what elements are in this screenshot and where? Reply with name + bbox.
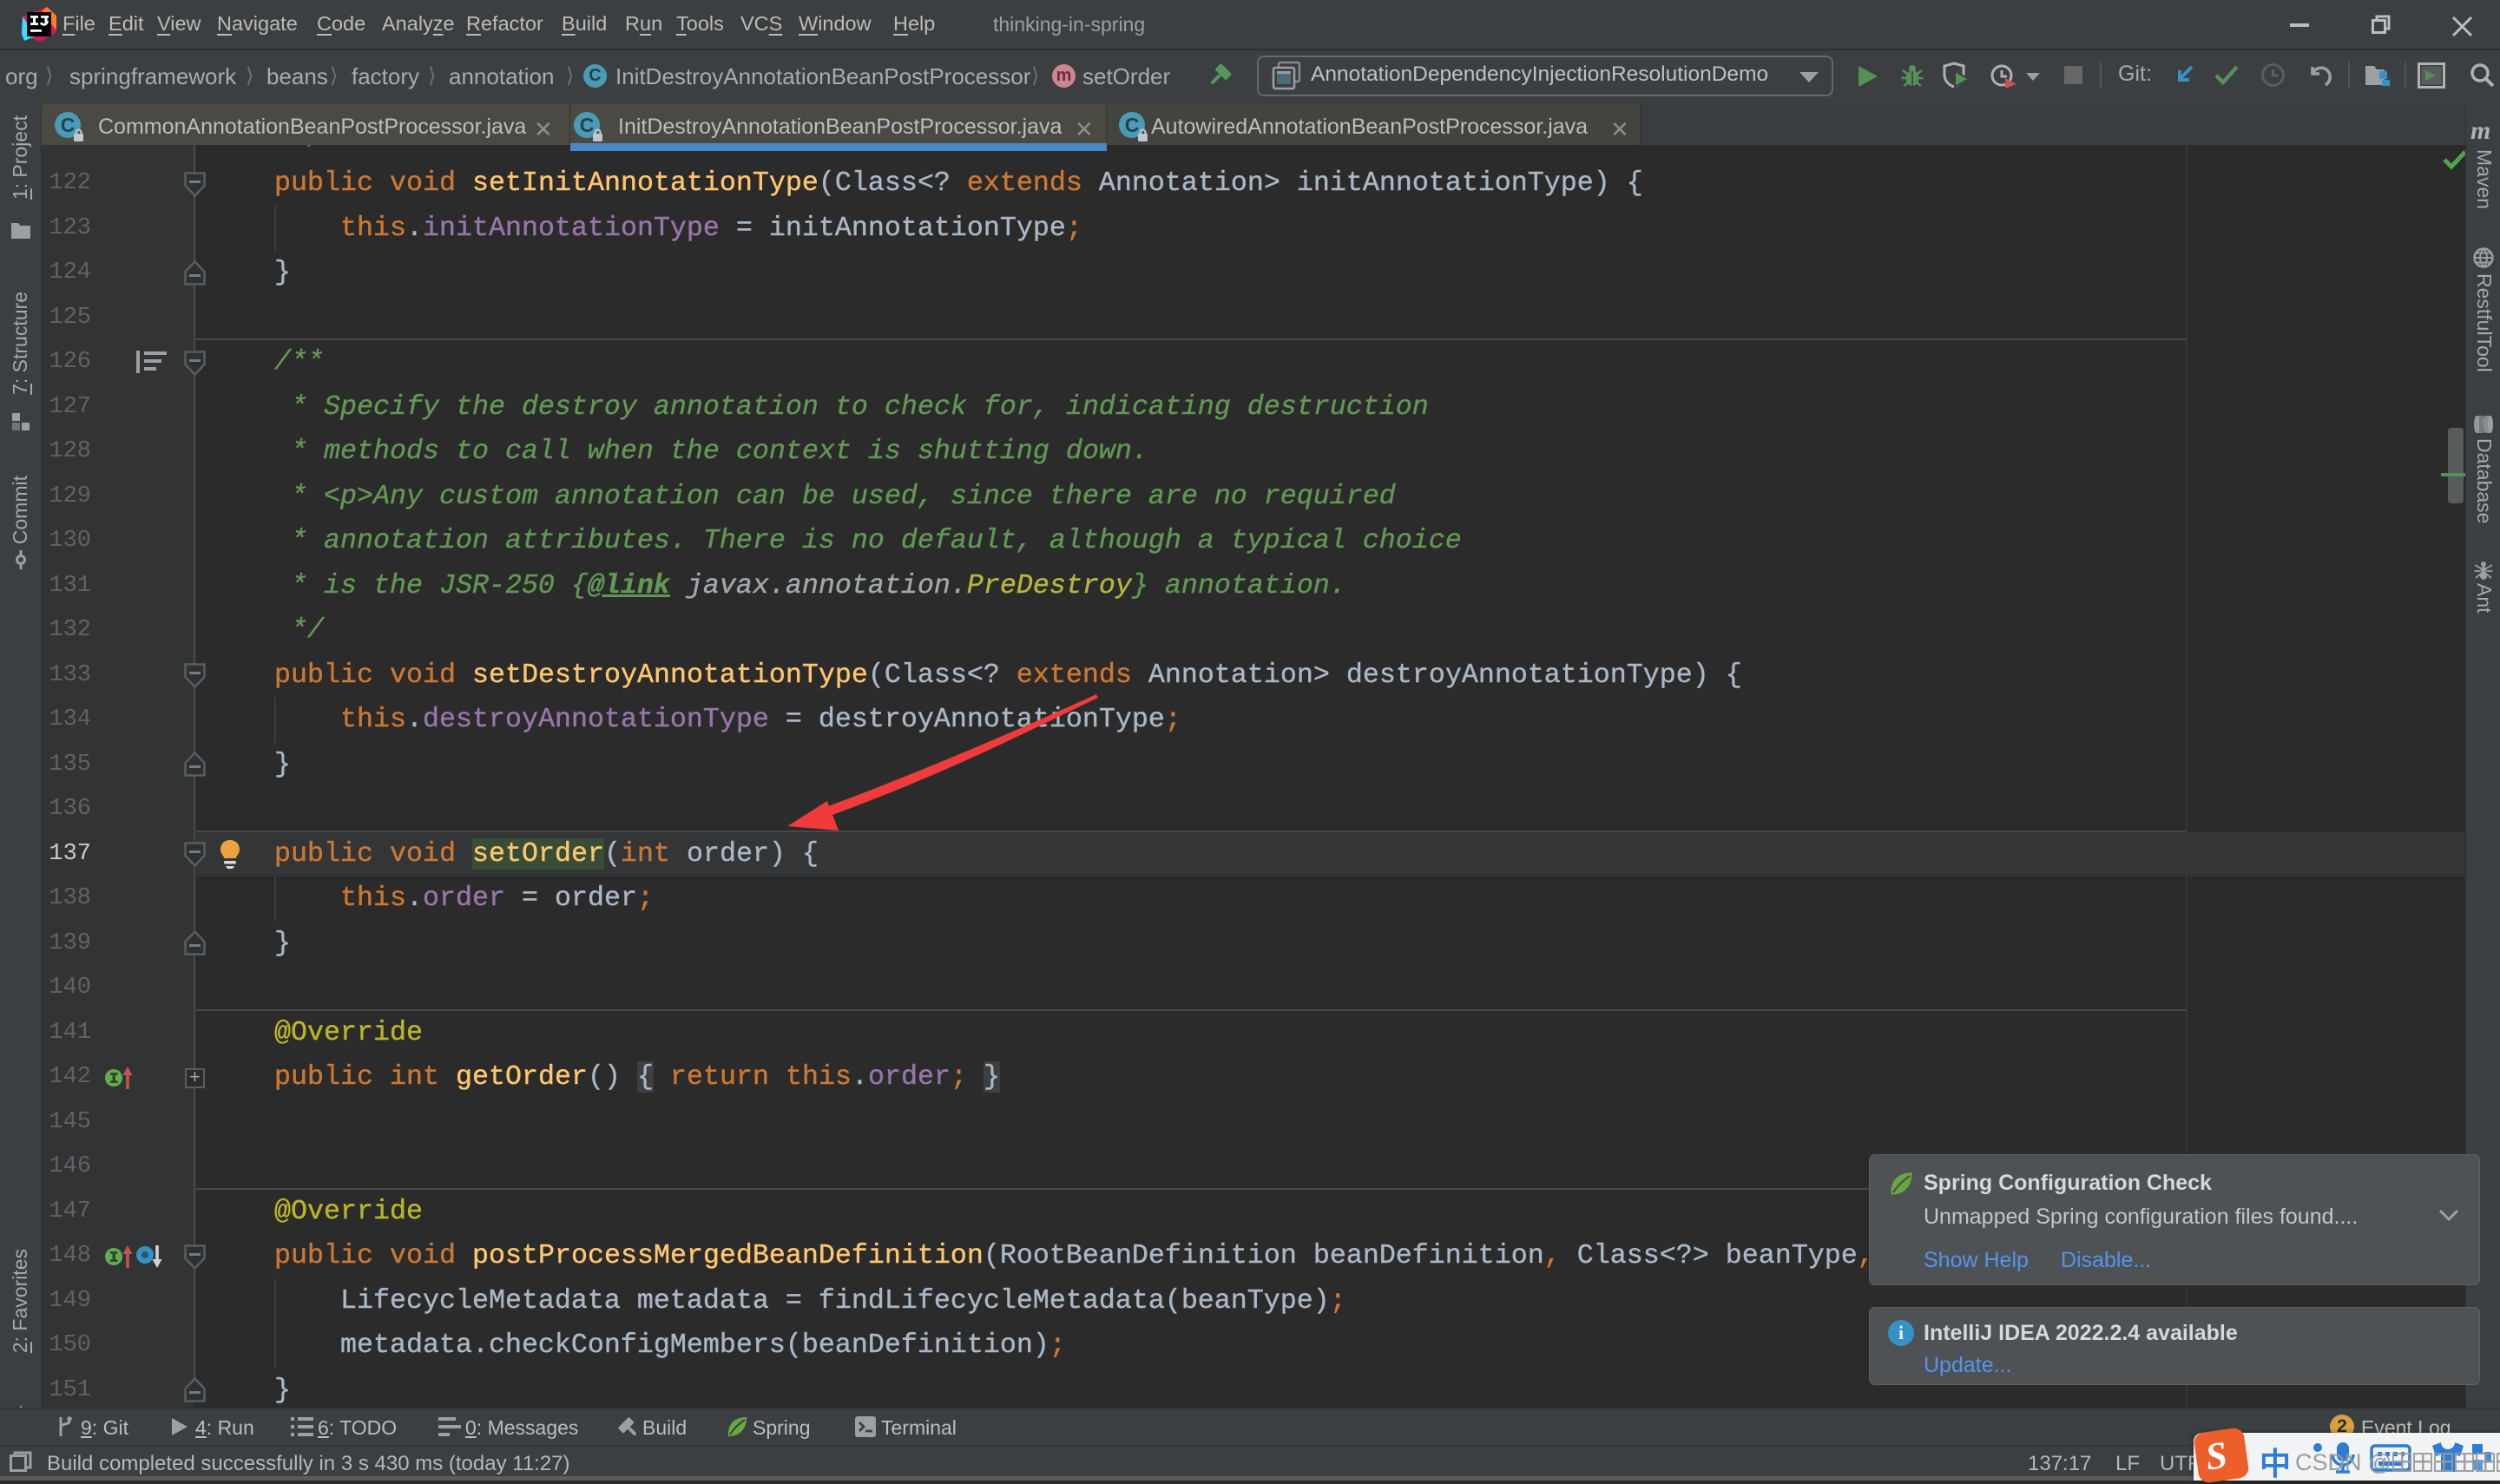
svg-text:C: C	[1125, 114, 1140, 136]
svg-text:C: C	[61, 114, 76, 136]
svg-text:C: C	[580, 114, 595, 136]
